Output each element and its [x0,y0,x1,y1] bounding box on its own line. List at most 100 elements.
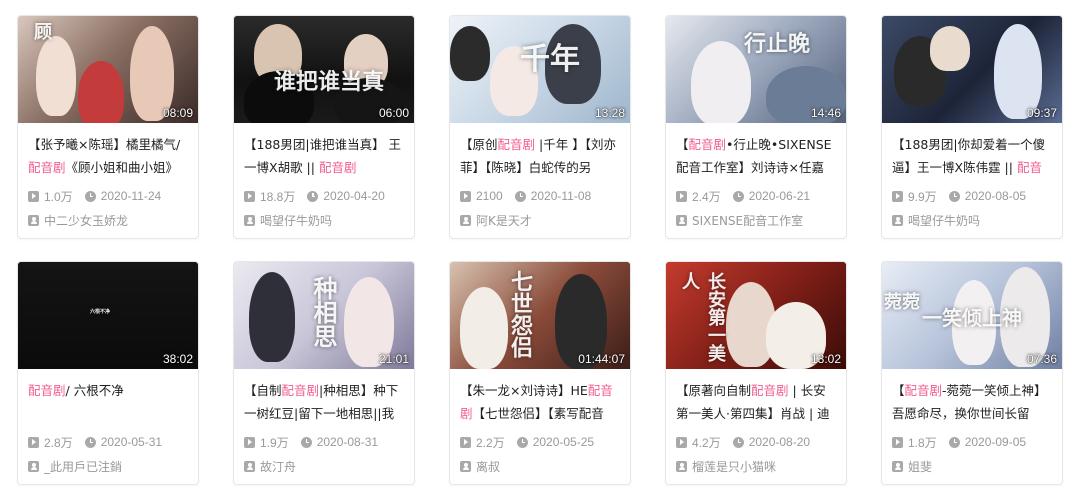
video-title[interactable]: 【朱一龙×刘诗诗】HE配音剧【七世怨侣】【素写配音 [460,379,620,425]
thumbnail-calligraphy: 一笑倾上神 [922,306,1022,330]
video-duration: 14:46 [810,106,841,120]
upload-date: 2020-05-25 [516,435,594,449]
video-meta: 1.8万 2020-09-05 [892,433,1052,451]
uploader-name[interactable]: _此用戶已注銷 [44,458,122,475]
upload-date: 2020-06-21 [732,189,811,203]
upload-date: 2020-11-08 [514,189,592,203]
play-count-icon [676,190,687,202]
title-text: 【张予曦×陈瑶】橘里橘气/ [28,137,181,152]
uploader[interactable]: 故汀舟 [244,457,404,475]
video-thumbnail[interactable]: 谁把谁当真 06:00 [234,16,414,123]
video-card[interactable]: 长安第一美人 13:02 【原著向自制配音剧 | 长安第一美人·第四集】肖战 |… [665,261,847,485]
uploader-name[interactable]: 姐斐 [908,458,932,475]
uploader-name[interactable]: SIXENSE配音工作室 [692,212,803,229]
keyword-highlight: 配音剧 [904,383,943,398]
uploader[interactable]: 中二少女玉娇龙 [28,211,188,229]
video-title[interactable]: 【张予曦×陈瑶】橘里橘气/配音剧《顾小姐和曲小姐》 [28,133,188,179]
uploader[interactable]: 姐斐 [892,457,1052,475]
thumbnail-figure [36,36,76,116]
clock-icon [732,190,744,202]
clock-icon [84,436,96,448]
uploader-icon [460,460,471,472]
uploader[interactable]: 喝望仔牛奶吗 [244,211,404,229]
view-count-text: 2100 [476,189,503,203]
keyword-highlight: 配音剧 [497,137,536,152]
thumbnail-calligraphy: 六根不净 [90,309,111,315]
clock-icon [948,190,960,202]
uploader-icon [244,460,255,472]
upload-date: 2020-09-05 [948,435,1026,449]
video-thumbnail[interactable]: 种相思 21:01 [234,262,414,369]
video-card[interactable]: 七世怨侣 01:44:07 【朱一龙×刘诗诗】HE配音剧【七世怨侣】【素写配音 … [449,261,631,485]
thumbnail-calligraphy: 种相思 [309,276,338,348]
thumbnail-figure [249,272,295,362]
video-card[interactable]: 顾 08:09 【张予曦×陈瑶】橘里橘气/配音剧《顾小姐和曲小姐》 1.0万 2… [17,15,199,239]
uploader-name[interactable]: 中二少女玉娇龙 [44,212,128,229]
uploader-name[interactable]: 喝望仔牛奶吗 [260,212,332,229]
uploader[interactable]: 喝望仔牛奶吗 [892,211,1052,229]
video-title[interactable]: 【配音剧•行止晚•SIXENSE配音工作室】刘诗诗×任嘉 [676,133,836,179]
upload-date: 2020-05-31 [84,435,162,449]
thumbnail-figure [460,287,508,369]
video-thumbnail[interactable]: 09:37 [882,16,1062,123]
clock-icon [300,436,312,448]
uploader-name[interactable]: 离叔 [476,458,500,475]
uploader-icon [28,460,39,472]
uploader-icon [676,214,687,226]
video-title[interactable]: 【188男团|你却爱着一个傻逼】王一博X陈伟霆 || 配音 [892,133,1052,179]
view-count: 18.8万 [244,188,295,205]
video-duration: 13:28 [594,106,625,120]
uploader-icon [28,214,39,226]
video-thumbnail[interactable]: 顾 08:09 [18,16,198,123]
video-card[interactable]: 菀菀 一笑倾上神 07:36 【配音剧-菀菀一笑倾上神】吾愿命尽，换你世间长留 1… [881,261,1063,485]
upload-date-text: 2020-08-31 [316,435,379,449]
video-thumbnail[interactable]: 六根不净 38:02 [18,262,198,369]
video-card[interactable]: 谁把谁当真 06:00 【188男团|谁把谁当真】 王一博X胡歌 || 配音剧 … [233,15,415,239]
title-text: 【七世怨侣】【素写配音 [472,406,604,421]
uploader-name[interactable]: 喝望仔牛奶吗 [908,212,980,229]
video-duration: 07:36 [1026,352,1057,366]
video-thumbnail[interactable]: 千年 13:28 [450,16,630,123]
uploader[interactable]: SIXENSE配音工作室 [676,211,836,229]
uploader-name[interactable]: 榴莲是只小猫咪 [692,458,776,475]
video-thumbnail[interactable]: 行止晚 14:46 [666,16,846,123]
view-count-text: 9.9万 [908,189,937,204]
play-count-icon [244,436,255,448]
uploader-name[interactable]: 阿K是天才 [476,212,532,229]
title-text: 【 [676,137,689,152]
video-card[interactable]: 09:37 【188男团|你却爱着一个傻逼】王一博X陈伟霆 || 配音 9.9万… [881,15,1063,239]
view-count-text: 18.8万 [260,189,296,204]
video-card[interactable]: 种相思 21:01 【自制配音剧|种相思】种下一树红豆|留下一地相思||我 1.… [233,261,415,485]
video-card[interactable]: 行止晚 14:46 【配音剧•行止晚•SIXENSE配音工作室】刘诗诗×任嘉 2… [665,15,847,239]
view-count: 9.9万 [892,188,937,205]
video-meta: 1.9万 2020-08-31 [244,433,404,451]
uploader[interactable]: 榴莲是只小猫咪 [676,457,836,475]
video-title[interactable]: 【原创配音剧 |千年 】【刘亦菲】【陈晓】白蛇传的另 [460,133,620,179]
video-card[interactable]: 六根不净 38:02 配音剧/ 六根不净 2.8万 2020-05-31 _此用… [17,261,199,485]
video-title[interactable]: 配音剧/ 六根不净 [28,379,188,425]
uploader[interactable]: _此用戶已注銷 [28,457,188,475]
uploader[interactable]: 阿K是天才 [460,211,620,229]
view-count-text: 1.0万 [44,189,73,204]
title-text: 【原创 [460,137,498,152]
video-title[interactable]: 【188男团|谁把谁当真】 王一博X胡歌 || 配音剧 [244,133,404,179]
uploader[interactable]: 离叔 [460,457,620,475]
video-title[interactable]: 【配音剧-菀菀一笑倾上神】吾愿命尽，换你世间长留 [892,379,1052,425]
upload-date-text: 2020-06-21 [748,189,811,203]
video-thumbnail[interactable]: 菀菀 一笑倾上神 07:36 [882,262,1062,369]
thumbnail-calligraphy: 顾 [31,22,52,40]
upload-date-text: 2020-08-05 [964,189,1027,203]
title-text: 【原著向自制 [676,383,752,398]
video-title[interactable]: 【自制配音剧|种相思】种下一树红豆|留下一地相思||我 [244,379,404,425]
video-card[interactable]: 千年 13:28 【原创配音剧 |千年 】【刘亦菲】【陈晓】白蛇传的另 2100… [449,15,631,239]
video-title[interactable]: 【原著向自制配音剧 | 长安第一美人·第四集】肖战 | 迪 [676,379,836,425]
play-count-icon [892,190,903,202]
play-count-icon [244,190,255,202]
upload-date-text: 2020-11-24 [100,189,162,203]
uploader-name[interactable]: 故汀舟 [260,458,296,475]
upload-date-text: 2020-11-08 [530,189,592,203]
video-thumbnail[interactable]: 七世怨侣 01:44:07 [450,262,630,369]
thumbnail-calligraphy: 七世怨侣 [507,270,533,358]
video-thumbnail[interactable]: 长安第一美人 13:02 [666,262,846,369]
keyword-highlight: 配音剧 [318,160,357,175]
